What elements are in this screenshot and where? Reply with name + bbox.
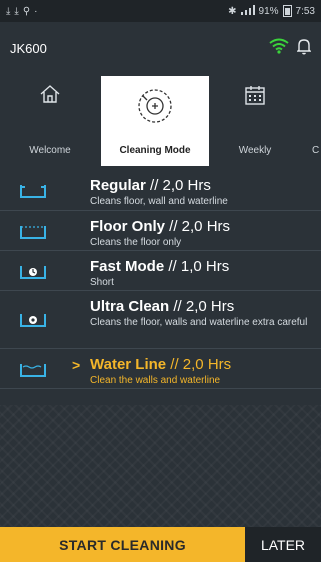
mode-text: Ultra Clean // 2,0 Hrs Cleans the floor,…	[90, 298, 315, 328]
tab-weekly[interactable]: Weekly	[210, 74, 300, 166]
mode-title: Water Line	[90, 356, 167, 373]
battery-icon	[282, 5, 292, 17]
tab-label: Cleaning Mode	[119, 145, 191, 156]
home-icon	[39, 84, 61, 107]
usb-icon: ⚲	[22, 5, 31, 17]
tab-label: C	[312, 145, 320, 156]
mode-row-floor-only[interactable]: Floor Only // 2,0 Hrs Cleans the floor o…	[0, 211, 321, 251]
water-line-icon	[20, 363, 46, 382]
status-left: ⤓ ⤓ ⚲ ·	[6, 6, 38, 17]
later-button[interactable]: LATER	[245, 527, 321, 562]
mode-title: Floor Only	[90, 218, 165, 235]
fast-mode-icon	[20, 265, 46, 284]
mode-row-water-line[interactable]: > Water Line // 2,0 Hrs Clean the walls …	[0, 349, 321, 389]
tab-label: Weekly	[238, 145, 272, 156]
mode-title: Ultra Clean	[90, 298, 170, 315]
status-right: ✱ 91% 7:53	[228, 4, 315, 18]
mode-row-fast-mode[interactable]: Fast Mode // 1,0 Hrs Short	[0, 251, 321, 291]
mode-description: Cleans the floor, walls and waterline ex…	[90, 317, 308, 328]
header-icons	[269, 37, 312, 60]
mode-duration: // 2,0 Hrs	[150, 177, 211, 194]
device-name: JK600	[10, 40, 47, 56]
background-pattern	[0, 405, 321, 527]
mode-text: Floor Only // 2,0 Hrs Cleans the floor o…	[90, 218, 315, 248]
download-icon: ⤓	[6, 5, 11, 17]
mode-duration: // 1,0 Hrs	[168, 258, 230, 275]
tab-partial[interactable]: C	[312, 74, 321, 166]
floor-only-icon	[20, 225, 46, 244]
tab-cleaning-mode[interactable]: Cleaning Mode	[101, 76, 209, 166]
app-header: JK600	[0, 22, 321, 74]
download-icon: ⤓	[14, 5, 19, 17]
bell-icon[interactable]	[296, 37, 312, 60]
mode-duration: // 2,0 Hrs	[173, 298, 235, 315]
cleaning-mode-icon	[135, 86, 175, 129]
tab-label: Welcome	[29, 145, 71, 156]
bottom-bar: START CLEANING LATER	[0, 527, 321, 562]
calendar-icon	[244, 84, 266, 109]
selected-chevron: >	[72, 357, 81, 373]
regular-mode-icon	[20, 184, 46, 203]
mode-row-ultra-clean[interactable]: Ultra Clean // 2,0 Hrs Cleans the floor,…	[0, 291, 321, 349]
mode-duration: // 2,0 Hrs	[170, 356, 232, 373]
dot-icon: ·	[34, 5, 38, 17]
mode-row-regular[interactable]: Regular // 2,0 Hrs Cleans floor, wall an…	[0, 166, 321, 211]
mode-description: Short	[90, 277, 114, 288]
wifi-icon[interactable]	[269, 38, 289, 59]
mode-tabs: Welcome Cleaning Mode Weekly C	[0, 74, 321, 166]
mode-text: Water Line // 2,0 Hrs Clean the walls an…	[90, 356, 315, 386]
mode-title: Regular	[90, 177, 146, 194]
mode-text: Fast Mode // 1,0 Hrs Short	[90, 258, 315, 288]
status-bar: ⤓ ⤓ ⚲ · ✱ 91% 7:53	[0, 0, 321, 22]
bluetooth-icon: ✱	[228, 5, 237, 17]
mode-title: Fast Mode	[90, 258, 165, 275]
mode-text: Regular // 2,0 Hrs Cleans floor, wall an…	[90, 177, 315, 207]
battery-percent: 91%	[258, 5, 279, 17]
signal-icon	[240, 4, 255, 18]
mode-description: Cleans the floor only	[90, 237, 182, 248]
tab-welcome[interactable]: Welcome	[0, 74, 100, 166]
clock: 7:53	[295, 5, 315, 17]
mode-list: Regular // 2,0 Hrs Cleans floor, wall an…	[0, 166, 321, 389]
ultra-clean-icon	[20, 313, 46, 332]
mode-description: Cleans floor, wall and waterline	[90, 196, 228, 207]
mode-description: Clean the walls and waterline	[90, 375, 221, 386]
mode-duration: // 2,0 Hrs	[169, 218, 231, 235]
start-cleaning-button[interactable]: START CLEANING	[0, 527, 245, 562]
